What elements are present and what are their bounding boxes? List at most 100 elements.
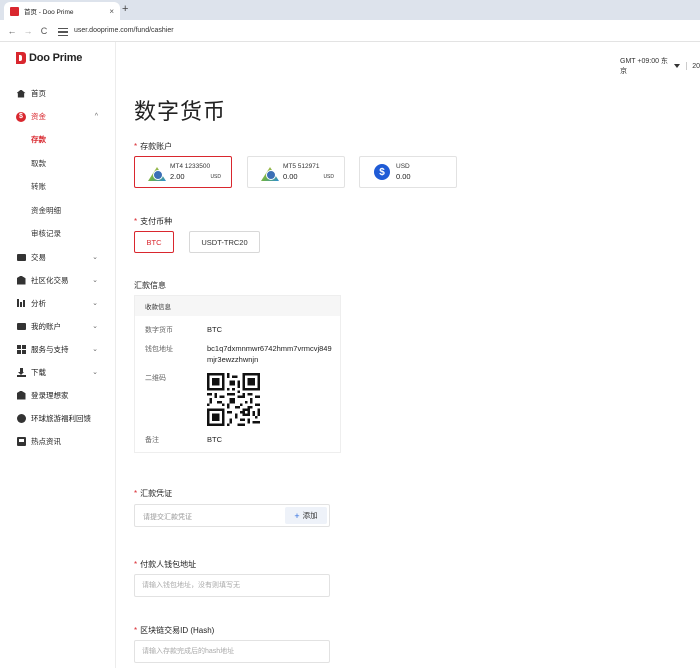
doo-prime-logo-icon — [16, 52, 26, 64]
account-name: USD — [396, 163, 410, 170]
browser-tab-bar: 首页 - Doo Prime × + — [0, 0, 700, 20]
sidebar-item-home[interactable]: 首页 — [0, 82, 116, 105]
hash-input[interactable] — [135, 641, 329, 662]
sidebar-subitem-fund-details[interactable]: 资金明细 — [0, 199, 116, 223]
note-label: 备注 — [145, 437, 159, 444]
sidebar-subitem-withdraw[interactable]: 取款 — [0, 152, 116, 176]
chevron-down-icon: ⌄ — [92, 254, 98, 261]
receipt-info-panel: 收款信息 数字货币 BTC 钱包地址 bc1q7dxmnmwr6742hmm7v… — [134, 295, 341, 453]
crypto-label: 数字货币 — [145, 327, 173, 334]
timezone-label: GMT +09:00 东京 — [620, 58, 668, 75]
wallet-address-value[interactable]: bc1q7dxmnmwr6742hmm7vrmcvj849mjr3ewzzhwn… — [207, 343, 335, 365]
favicon-icon — [10, 6, 19, 16]
deposit-account-label: * 存款账户 — [134, 142, 173, 151]
required-mark: * — [134, 217, 138, 226]
voucher-placeholder: 请提交汇款凭证 — [143, 514, 192, 521]
sidebar-item-funds[interactable]: $ 资金 ^ — [0, 105, 116, 128]
account-currency: USD — [323, 174, 334, 180]
caret-down-icon — [674, 64, 681, 68]
url-field[interactable]: user.dooprime.com/fund/cashier — [74, 27, 174, 34]
site-settings-icon[interactable] — [58, 26, 68, 36]
chevron-down-icon: ⌄ — [92, 369, 98, 376]
mt4-icon — [147, 162, 167, 182]
add-voucher-button[interactable]: + 添加 — [285, 507, 327, 524]
chevron-up-icon: ^ — [94, 113, 98, 120]
funds-icon: $ — [16, 111, 26, 122]
trade-icon — [16, 252, 26, 262]
required-mark: * — [134, 489, 138, 498]
tab-title: 首页 - Doo Prime — [24, 9, 74, 16]
mt5-icon — [260, 162, 280, 182]
account-card-usd[interactable]: $ USD 0.00 — [359, 156, 457, 188]
sidebar-item-social-trade[interactable]: 社区化交易 ⌄ — [0, 269, 116, 292]
dollar-icon: $ — [374, 164, 390, 180]
wallet-label: 钱包地址 — [145, 346, 173, 353]
download-icon — [16, 367, 26, 377]
analysis-icon — [16, 298, 26, 308]
forward-button[interactable]: → — [22, 26, 34, 36]
sidebar-subitem-transfer[interactable]: 转账 — [0, 175, 116, 199]
sidebar-subitem-deposit[interactable]: 存款 — [0, 128, 116, 152]
logo[interactable]: Doo Prime — [16, 52, 82, 64]
account-balance: 0.00 — [283, 172, 298, 181]
chevron-down-icon: ⌄ — [92, 277, 98, 284]
account-name: MT4 1233500 — [170, 163, 211, 170]
voucher-label: * 汇款凭证 — [134, 489, 173, 498]
account-balance: 0.00 — [396, 172, 411, 181]
plus-icon: + — [294, 510, 300, 521]
sidebar-item-my-account[interactable]: 我的账户 ⌄ — [0, 315, 116, 338]
account-card-mt5[interactable]: MT5 512971 0.00 USD — [247, 156, 345, 188]
sidebar-item-trade[interactable]: 交易 ⌄ — [0, 246, 116, 269]
year-text: 20 — [692, 62, 700, 70]
required-mark: * — [134, 142, 138, 151]
sidebar-item-login-ideal[interactable]: 登录理想家 — [0, 384, 116, 407]
account-balance: 2.00 — [170, 172, 185, 181]
sidebar-menu: 首页 $ 资金 ^ 存款 取款 转账 资金明细 审核记录 交易 ⌄ 社区化交易 … — [0, 82, 116, 453]
voucher-upload-field[interactable]: 请提交汇款凭证 + 添加 — [134, 504, 330, 527]
timezone-selector[interactable]: GMT +09:00 东京 20 — [620, 56, 700, 76]
account-card-mt4[interactable]: MT4 1233500 2.00 USD — [134, 156, 232, 188]
crypto-value: BTC — [207, 325, 222, 334]
reload-button[interactable]: C — [38, 26, 50, 36]
currency-option-btc[interactable]: BTC — [134, 231, 174, 253]
sidebar-item-analysis[interactable]: 分析 ⌄ — [0, 292, 116, 315]
account-icon — [16, 321, 26, 331]
back-button[interactable]: ← — [6, 26, 18, 36]
brand-name: Doo Prime — [29, 52, 83, 64]
app: Doo Prime 首页 $ 资金 ^ 存款 取款 转账 资金明细 审核记录 交… — [0, 42, 700, 668]
address-bar-row: ← → C user.dooprime.com/fund/cashier — [0, 20, 700, 42]
globe-icon — [16, 413, 26, 423]
sidebar-item-download[interactable]: 下载 ⌄ — [0, 361, 116, 384]
payer-wallet-label: * 付款人钱包地址 — [134, 560, 197, 569]
services-icon — [16, 344, 26, 354]
account-name: MT5 512971 — [283, 163, 320, 170]
sidebar-item-services[interactable]: 服务与支持 ⌄ — [0, 338, 116, 361]
home-icon — [16, 89, 26, 99]
browser-tab[interactable]: 首页 - Doo Prime × — [4, 2, 120, 20]
qr-code-image — [207, 373, 260, 426]
chevron-down-icon: ⌄ — [92, 300, 98, 307]
remit-info-label: 汇款信息 — [134, 281, 166, 290]
payer-wallet-input[interactable] — [135, 575, 329, 596]
hash-field — [134, 640, 330, 663]
payer-wallet-field — [134, 574, 330, 597]
social-trade-icon — [16, 275, 26, 285]
close-tab-icon[interactable]: × — [109, 7, 114, 16]
ideal-home-icon — [16, 390, 26, 400]
required-mark: * — [134, 626, 138, 635]
hash-label: * 区块链交易ID (Hash) — [134, 626, 215, 635]
account-currency: USD — [210, 174, 221, 180]
sidebar-item-news[interactable]: 热点资讯 — [0, 430, 116, 453]
divider — [686, 62, 688, 70]
receipt-info-header: 收款信息 — [135, 296, 340, 316]
news-icon — [16, 436, 26, 446]
required-mark: * — [134, 560, 138, 569]
qr-label: 二维码 — [145, 375, 166, 382]
currency-label: * 支付币种 — [134, 217, 173, 226]
note-value: BTC — [207, 435, 222, 444]
new-tab-button[interactable]: + — [122, 3, 128, 15]
sidebar-item-travel[interactable]: 环球旅游福利回馈 — [0, 407, 116, 430]
currency-option-usdt-trc20[interactable]: USDT-TRC20 — [189, 231, 260, 253]
sidebar-subitem-review-records[interactable]: 审核记录 — [0, 222, 116, 246]
sidebar: Doo Prime 首页 $ 资金 ^ 存款 取款 转账 资金明细 审核记录 交… — [0, 42, 116, 668]
